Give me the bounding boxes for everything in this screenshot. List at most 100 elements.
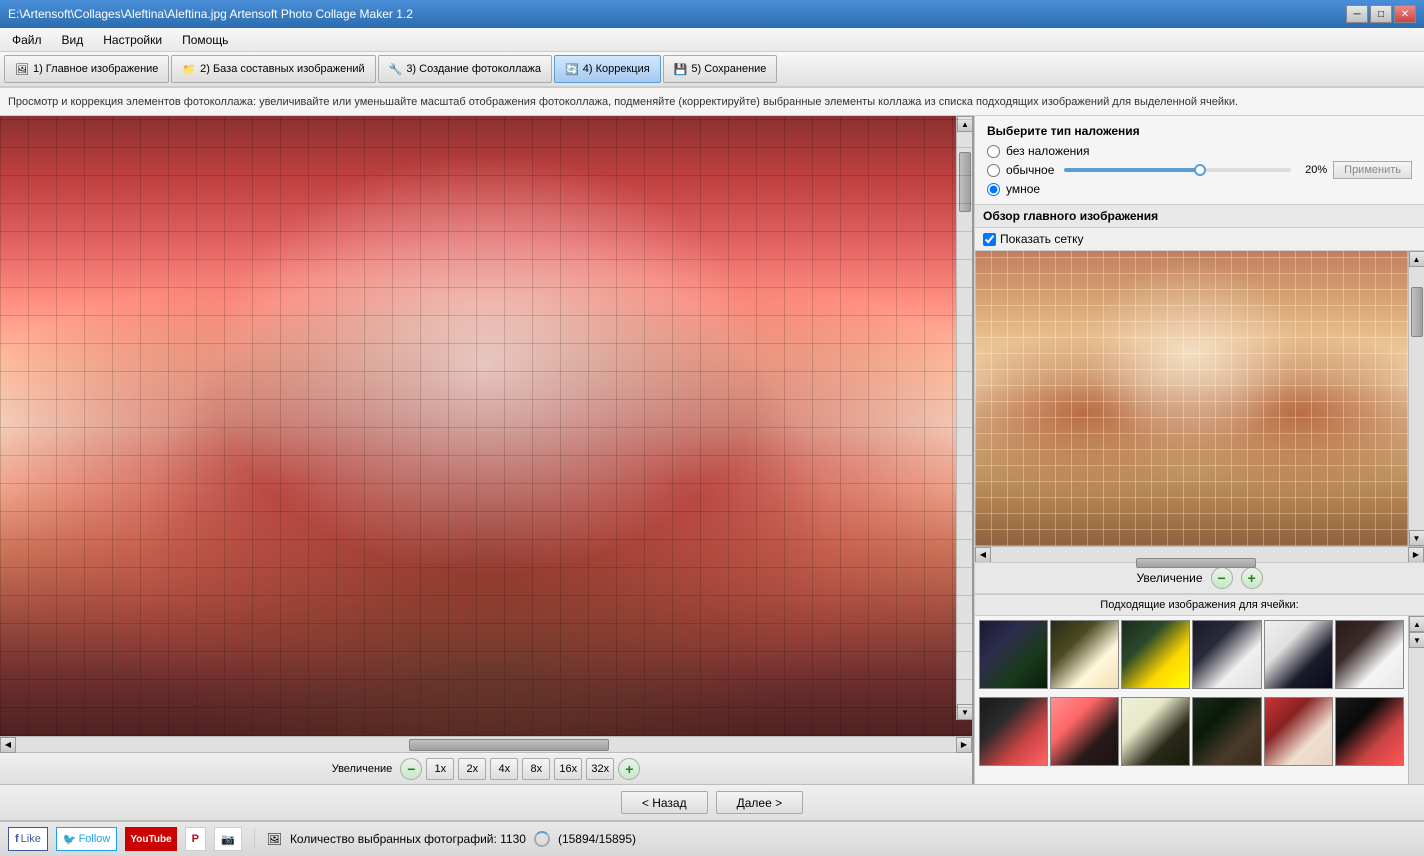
show-grid-checkbox[interactable] [983, 233, 996, 246]
step3-label: 3) Создание фотоколлажа [406, 63, 541, 75]
matching-scroll-down[interactable]: ▼ [1409, 632, 1424, 648]
next-button[interactable]: Далее > [716, 791, 804, 814]
preview-scroll-up[interactable]: ▲ [1409, 251, 1424, 267]
menu-view[interactable]: Вид [54, 31, 92, 49]
matching-scroll-inner [975, 616, 1408, 784]
zoom-8x-button[interactable]: 8x [522, 758, 550, 780]
menu-settings[interactable]: Настройки [95, 31, 170, 49]
menu-help[interactable]: Помощь [174, 31, 236, 49]
show-grid-label: Показать сетку [1000, 232, 1084, 246]
overlay-normal-radio[interactable] [987, 164, 1000, 177]
zoom-out-button[interactable]: − [400, 758, 422, 780]
minimize-button[interactable]: ─ [1346, 5, 1368, 23]
preview-scroll-thumb-v[interactable] [1411, 287, 1423, 337]
preview-scroll-thumb-h[interactable] [1136, 558, 1256, 568]
step2-label: 2) База составных изображений [200, 63, 364, 75]
preview-wrap: ▲ ▼ [975, 251, 1424, 546]
preview-scrollbar-v[interactable]: ▲ ▼ [1408, 251, 1424, 546]
maximize-button[interactable]: □ [1370, 5, 1392, 23]
youtube-button[interactable]: YouTube [125, 827, 176, 851]
scroll-right-arrow[interactable]: ▶ [956, 737, 972, 753]
apply-button[interactable]: Применить [1333, 161, 1412, 179]
preview-inner[interactable] [975, 251, 1408, 546]
preview-image [975, 251, 1408, 546]
overlay-none-label: без наложения [1006, 144, 1090, 158]
overlay-percent: 20% [1297, 164, 1327, 176]
preview-header: Обзор главного изображения [975, 205, 1424, 228]
list-item[interactable] [1121, 620, 1190, 689]
zoom-16x-button[interactable]: 16x [554, 758, 582, 780]
info-text: Просмотр и коррекция элементов фотоколла… [8, 96, 1238, 108]
collage-image [0, 116, 972, 736]
step4-button[interactable]: 🔄 4) Коррекция [554, 55, 661, 83]
step2-button[interactable]: 📁 2) База составных изображений [171, 55, 375, 83]
list-item[interactable] [979, 697, 1048, 766]
close-button[interactable]: ✕ [1394, 5, 1416, 23]
preview-scroll-left[interactable]: ◀ [975, 547, 991, 563]
preview-scroll-right[interactable]: ▶ [1408, 547, 1424, 563]
progress-spinner [534, 831, 550, 847]
list-item[interactable] [1335, 697, 1404, 766]
step1-label: 1) Главное изображение [33, 63, 158, 75]
pinterest-icon: P [192, 833, 199, 845]
twitter-follow-button[interactable]: 🐦 Follow [56, 827, 118, 851]
progress-label: (15894/15895) [558, 832, 636, 846]
right-zoom-in-button[interactable]: + [1241, 567, 1263, 589]
menu-bar: Файл Вид Настройки Помощь [0, 28, 1424, 52]
zoom-4x-button[interactable]: 4x [490, 758, 518, 780]
scroll-left-arrow[interactable]: ◀ [0, 737, 16, 753]
step5-button[interactable]: 💾 5) Сохранение [663, 55, 778, 83]
list-item[interactable] [1192, 620, 1261, 689]
toolbar: 🖼 1) Главное изображение 📁 2) База соста… [0, 52, 1424, 88]
zoom-2x-button[interactable]: 2x [458, 758, 486, 780]
overlay-none-radio[interactable] [987, 145, 1000, 158]
preview-scrollbar-h[interactable]: ◀ ▶ [975, 546, 1424, 562]
youtube-label: YouTube [130, 834, 171, 845]
back-button[interactable]: < Назад [621, 791, 708, 814]
right-zoom-out-button[interactable]: − [1211, 567, 1233, 589]
collage-image-inner [0, 116, 972, 736]
zoom-controls: Увеличение − 1x 2x 4x 8x 16x 32x + [0, 752, 972, 784]
collage-panel: ▲ ▼ ◀ ▶ Увеличение − 1x 2x 4x 8x 16x 32x… [0, 116, 974, 784]
overlay-slider[interactable] [1064, 168, 1291, 172]
list-item[interactable] [1264, 620, 1333, 689]
list-item[interactable] [1192, 697, 1261, 766]
step1-button[interactable]: 🖼 1) Главное изображение [4, 55, 169, 83]
overlay-normal-label: обычное [1006, 163, 1054, 177]
status-bar: f Like 🐦 Follow YouTube P 📷 🖼 Количество… [0, 820, 1424, 856]
step3-button[interactable]: 🔧 3) Создание фотоколлажа [378, 55, 552, 83]
matching-grid [975, 616, 1408, 776]
list-item[interactable] [1121, 697, 1190, 766]
step4-label: 4) Коррекция [583, 63, 650, 75]
list-item[interactable] [1050, 620, 1119, 689]
instagram-icon: 📷 [221, 833, 235, 846]
nav-buttons: < Назад Далее > [0, 784, 1424, 820]
list-item[interactable] [1264, 697, 1333, 766]
list-item[interactable] [1335, 620, 1404, 689]
zoom-in-button[interactable]: + [618, 758, 640, 780]
menu-file[interactable]: Файл [4, 31, 50, 49]
matching-scroll-up[interactable]: ▲ [1409, 616, 1424, 632]
matching-scrollbar-v[interactable]: ▲ ▼ [1408, 616, 1424, 784]
preview-scroll-down[interactable]: ▼ [1409, 530, 1424, 546]
instagram-button[interactable]: 📷 [214, 827, 242, 851]
main-content: ▲ ▼ ◀ ▶ Увеличение − 1x 2x 4x 8x 16x 32x… [0, 116, 1424, 784]
step1-icon: 🖼 [15, 63, 29, 76]
overlay-smart-label: умное [1006, 182, 1040, 196]
photos-count-icon: 🖼 [267, 832, 282, 846]
collage-viewport[interactable]: ▲ ▼ [0, 116, 972, 736]
collage-scrollbar-h[interactable]: ◀ ▶ [0, 736, 972, 752]
list-item[interactable] [1050, 697, 1119, 766]
zoom-32x-button[interactable]: 32x [586, 758, 614, 780]
facebook-like-button[interactable]: f Like [8, 827, 48, 851]
zoom-1x-button[interactable]: 1x [426, 758, 454, 780]
list-item[interactable] [979, 620, 1048, 689]
overlay-smart-radio[interactable] [987, 183, 1000, 196]
step2-icon: 📁 [182, 63, 196, 76]
overlay-normal-row: обычное 20% Применить [987, 161, 1412, 179]
right-panel: Выберите тип наложения без наложения обы… [974, 116, 1424, 784]
fb-like-label: Like [21, 833, 41, 845]
scroll-h-thumb[interactable] [409, 739, 609, 751]
pinterest-button[interactable]: P [185, 827, 206, 851]
preview-section: Обзор главного изображения Показать сетк… [975, 205, 1424, 784]
